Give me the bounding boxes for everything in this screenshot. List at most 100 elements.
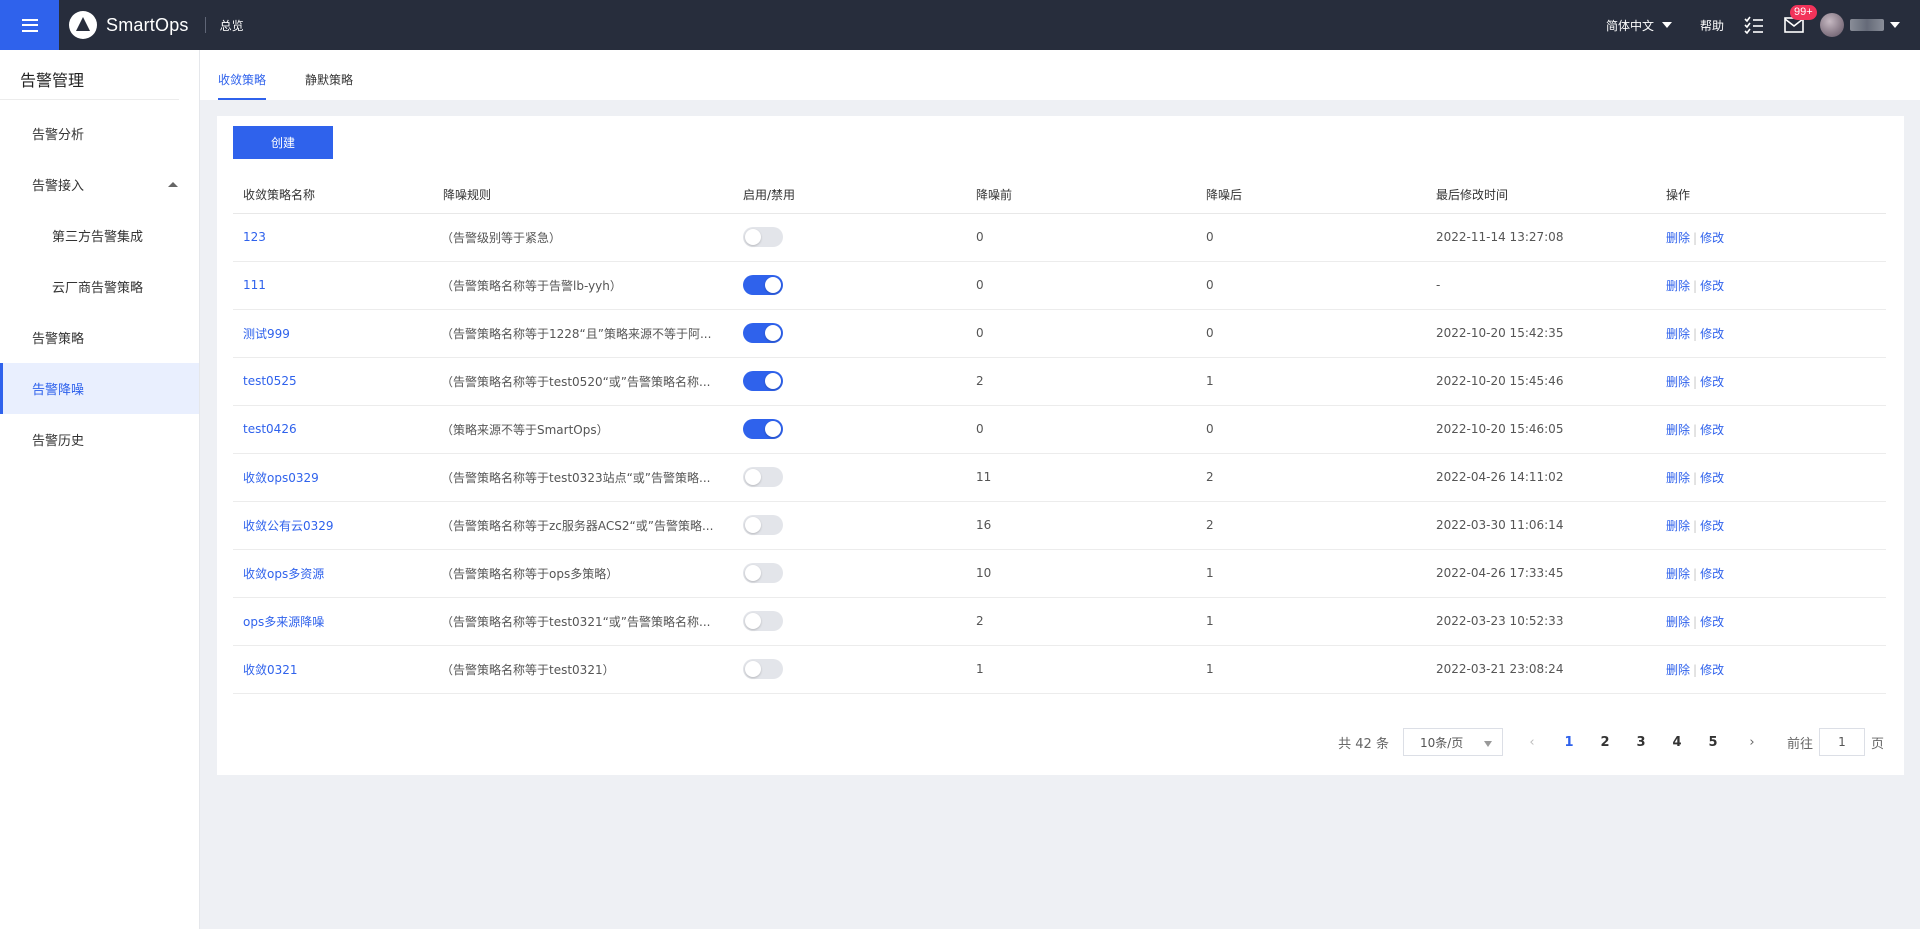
- edit-link[interactable]: 修改: [1700, 327, 1724, 341]
- table-row: 111 （告警策略名称等于告警lb-yyh） 0 0- 删除 | 修改: [233, 261, 1886, 310]
- total-count: 共 42 条: [1338, 736, 1389, 752]
- edit-link[interactable]: 修改: [1700, 471, 1724, 485]
- table-row: test0525 （告警策略名称等于test0520“或”告警策略名称... 2 1 2…: [233, 357, 1886, 406]
- enable-toggle[interactable]: [743, 659, 783, 679]
- cell-modified: 2022-03-21 23:08:24: [1426, 645, 1656, 694]
- sidebar-item-alert-access[interactable]: 告警接入: [0, 159, 199, 210]
- enable-toggle[interactable]: [743, 371, 783, 391]
- edit-link[interactable]: 修改: [1700, 279, 1724, 293]
- sidebar-item-cloud-vendor-policy[interactable]: 云厂商告警策略: [0, 261, 199, 312]
- delete-link[interactable]: 删除: [1666, 615, 1690, 629]
- enable-toggle[interactable]: [743, 323, 783, 343]
- page-number-4[interactable]: 4: [1659, 735, 1695, 750]
- next-page-icon[interactable]: ›: [1737, 735, 1767, 750]
- delete-link[interactable]: 删除: [1666, 279, 1690, 293]
- edit-link[interactable]: 修改: [1700, 567, 1724, 581]
- delete-link[interactable]: 删除: [1666, 423, 1690, 437]
- cell-actions: 删除 | 修改: [1656, 405, 1886, 454]
- nav-overview-link[interactable]: 总览: [220, 17, 244, 34]
- cell-after: 0: [1196, 213, 1426, 262]
- delete-link[interactable]: 删除: [1666, 327, 1690, 341]
- enable-toggle[interactable]: [743, 275, 783, 295]
- cell-actions: 删除 | 修改: [1656, 261, 1886, 310]
- page-number-5[interactable]: 5: [1695, 735, 1731, 750]
- language-selector[interactable]: 简体中文: [1606, 17, 1672, 34]
- task-list-button[interactable]: [1744, 16, 1764, 34]
- sidebar-item-alert-analysis[interactable]: 告警分析: [0, 108, 199, 159]
- enable-toggle[interactable]: [743, 227, 783, 247]
- page-size-select[interactable]: 10条/页: [1402, 728, 1503, 756]
- user-menu-caret-icon[interactable]: [1890, 22, 1900, 28]
- edit-link[interactable]: 修改: [1700, 375, 1724, 389]
- enable-toggle[interactable]: [743, 563, 783, 583]
- enable-toggle[interactable]: [743, 515, 783, 535]
- cell-enabled: [733, 453, 966, 502]
- policy-name-link[interactable]: 测试999: [243, 327, 290, 341]
- delete-link[interactable]: 删除: [1666, 375, 1690, 389]
- policy-name-link[interactable]: 收敛ops多资源: [243, 567, 324, 581]
- sidebar-item-alert-noise-reduction[interactable]: 告警降噪: [0, 363, 199, 414]
- help-link[interactable]: 帮助: [1700, 17, 1724, 34]
- app-logo[interactable]: SmartOps: [69, 11, 189, 39]
- prev-page-icon[interactable]: ‹: [1517, 735, 1547, 750]
- menu-toggle-button[interactable]: [0, 0, 59, 50]
- table-header-row: 收敛策略名称 降噪规则 启用/禁用 降噪前 降噪后 最后修改时间 操作: [233, 176, 1886, 214]
- top-right-controls: 简体中文 帮助 99+: [1606, 0, 1920, 50]
- page-number-3[interactable]: 3: [1623, 735, 1659, 750]
- column-header-rule: 降噪规则: [433, 176, 733, 214]
- action-divider: |: [1693, 566, 1698, 581]
- page-number-1[interactable]: 1: [1551, 735, 1587, 750]
- edit-link[interactable]: 修改: [1700, 519, 1724, 533]
- cell-rule: （策略来源不等于SmartOps）: [433, 405, 733, 454]
- cell-rule: （告警策略名称等于test0520“或”告警策略名称...: [433, 357, 733, 406]
- cell-modified: 2022-10-20 15:45:46: [1426, 357, 1656, 406]
- cell-before: 11: [966, 453, 1196, 502]
- cell-name: 收敛0321: [233, 645, 433, 694]
- edit-link[interactable]: 修改: [1700, 663, 1724, 677]
- notifications-button[interactable]: 99+: [1784, 5, 1817, 33]
- delete-link[interactable]: 删除: [1666, 519, 1690, 533]
- cell-after: 1: [1196, 597, 1426, 646]
- delete-link[interactable]: 删除: [1666, 567, 1690, 581]
- goto-page-input[interactable]: [1818, 728, 1865, 756]
- policy-name-link[interactable]: 收敛ops0329: [243, 471, 319, 485]
- tab-silence-policy[interactable]: 静默策略: [305, 50, 353, 100]
- tab-convergence-policy[interactable]: 收敛策略: [218, 50, 267, 100]
- enable-toggle[interactable]: [743, 467, 783, 487]
- policy-name-link[interactable]: test0426: [243, 422, 297, 436]
- delete-link[interactable]: 删除: [1666, 231, 1690, 245]
- policy-name-link[interactable]: test0525: [243, 374, 297, 388]
- delete-link[interactable]: 删除: [1666, 663, 1690, 677]
- policy-name-link[interactable]: 111: [243, 278, 266, 292]
- sidebar-item-alert-policy[interactable]: 告警策略: [0, 312, 199, 363]
- page-number-2[interactable]: 2: [1587, 735, 1623, 750]
- edit-link[interactable]: 修改: [1700, 423, 1724, 437]
- cell-before: 0: [966, 405, 1196, 454]
- policy-name-link[interactable]: 123: [243, 230, 266, 244]
- delete-link[interactable]: 删除: [1666, 471, 1690, 485]
- sidebar-item-alert-history[interactable]: 告警历史: [0, 414, 199, 465]
- sidebar-item-third-party-integration[interactable]: 第三方告警集成: [0, 210, 199, 261]
- sidebar-item-label: 告警降噪: [32, 383, 85, 398]
- cell-before: 2: [966, 357, 1196, 406]
- cell-rule: （告警策略名称等于ops多策略）: [433, 549, 733, 598]
- column-header-after: 降噪后: [1196, 176, 1426, 214]
- avatar[interactable]: [1820, 13, 1844, 37]
- policy-name-link[interactable]: 收敛公有云0329: [243, 519, 334, 533]
- cell-enabled: [733, 645, 966, 694]
- cell-name: 测试999: [233, 309, 433, 358]
- notification-badge: 99+: [1790, 5, 1817, 20]
- enable-toggle[interactable]: [743, 611, 783, 631]
- enable-toggle[interactable]: [743, 419, 783, 439]
- sidebar-item-label: 第三方告警集成: [52, 230, 144, 245]
- edit-link[interactable]: 修改: [1700, 615, 1724, 629]
- cell-rule: （告警级别等于紧急）: [433, 213, 733, 262]
- toggle-knob: [745, 517, 761, 533]
- policy-name-link[interactable]: ops多来源降噪: [243, 615, 324, 629]
- edit-link[interactable]: 修改: [1700, 231, 1724, 245]
- toggle-knob: [745, 613, 761, 629]
- cell-modified: 2022-04-26 14:11:02: [1426, 453, 1656, 502]
- policy-name-link[interactable]: 收敛0321: [243, 663, 298, 677]
- username-redacted[interactable]: [1850, 19, 1884, 31]
- create-button[interactable]: 创建: [233, 126, 333, 159]
